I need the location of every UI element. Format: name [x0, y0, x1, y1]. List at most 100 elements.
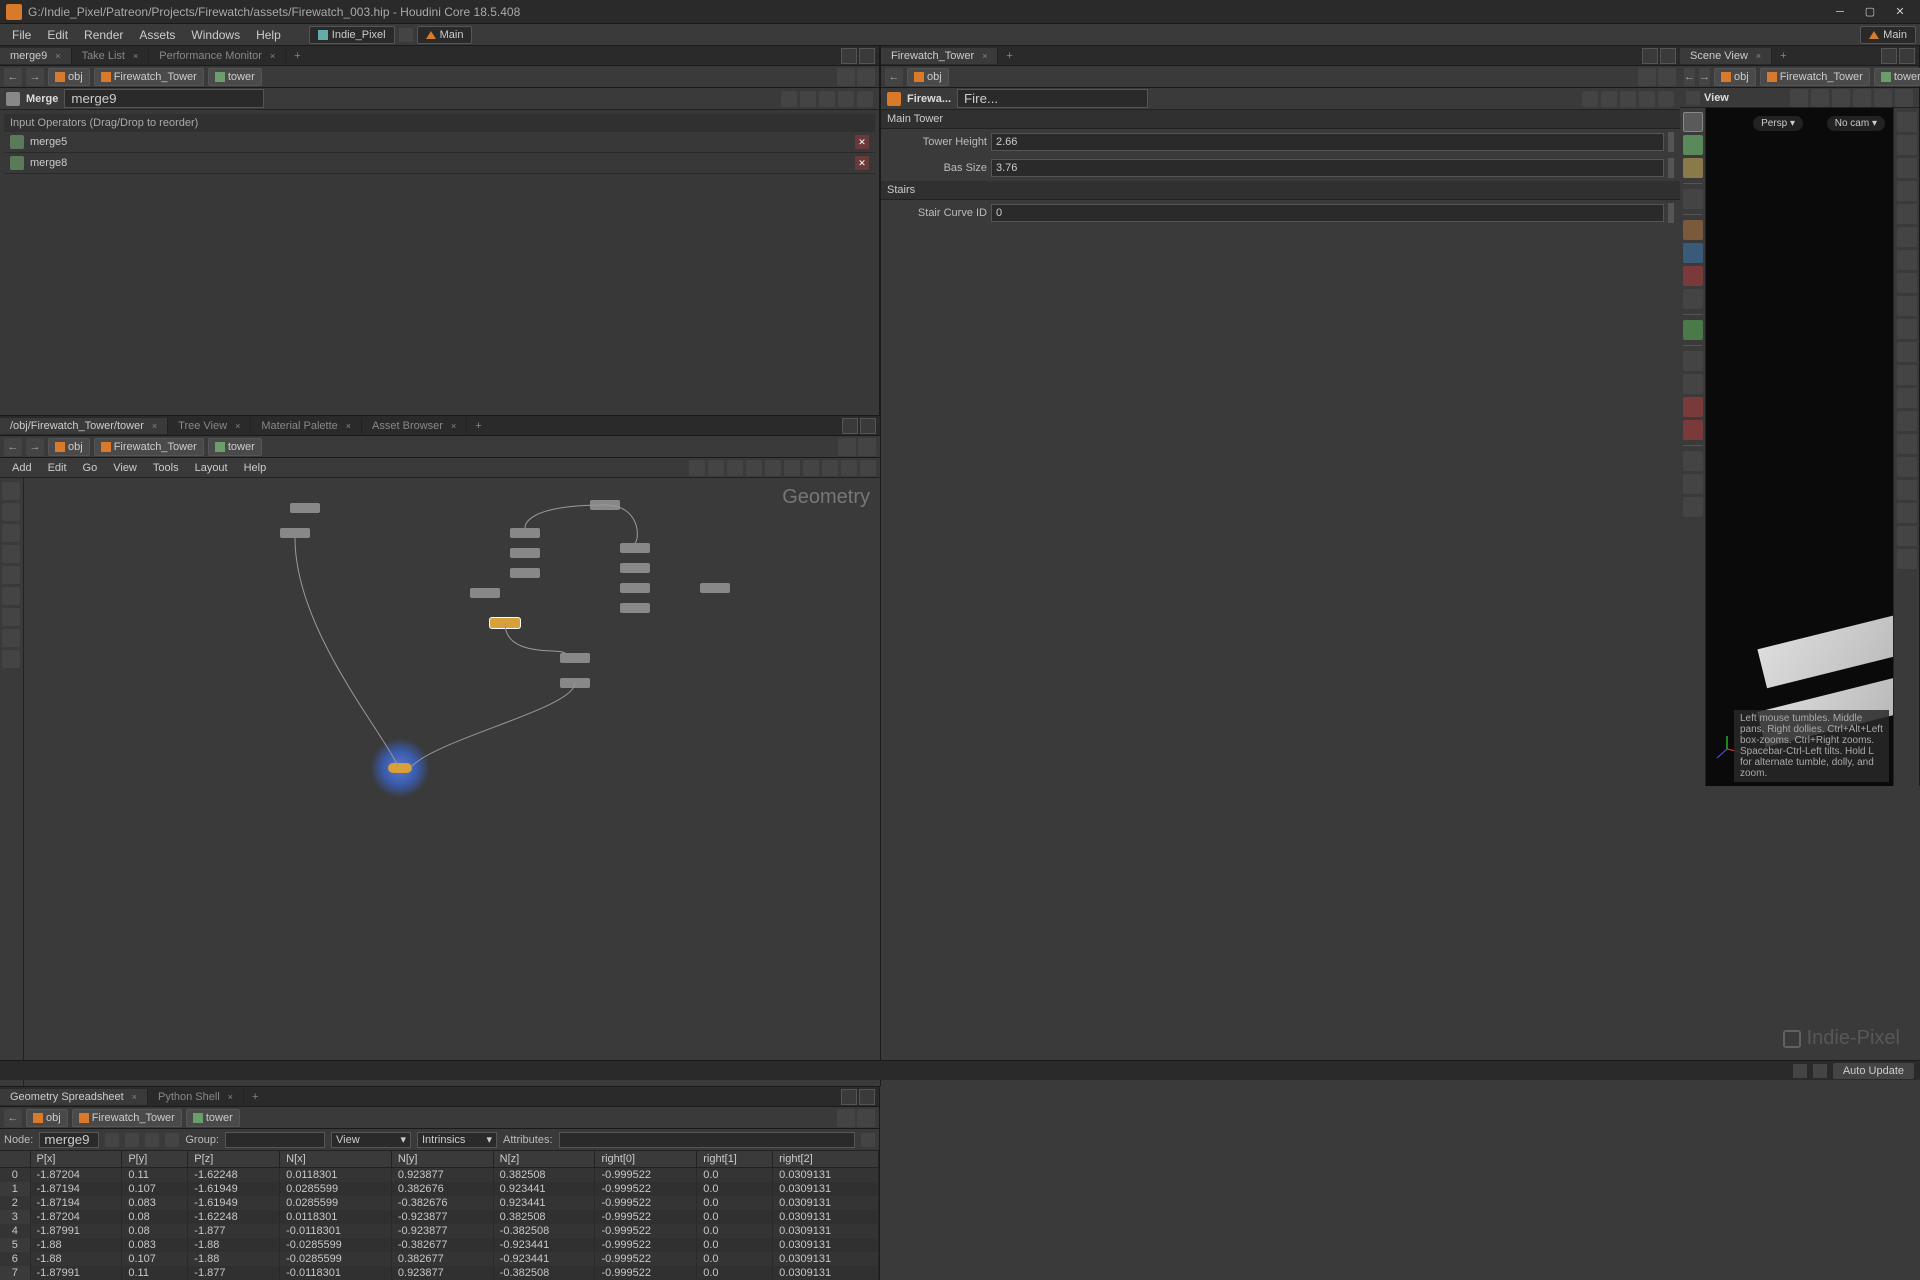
net-ltool-icon[interactable] — [2, 503, 20, 521]
net-menu-go[interactable]: Go — [75, 462, 106, 474]
net-ltool-icon[interactable] — [2, 608, 20, 626]
tab-python-shell[interactable]: Python Shell× — [148, 1089, 244, 1105]
flag-icon[interactable] — [800, 91, 816, 107]
net-tool-icon[interactable] — [822, 460, 838, 476]
net-tool-icon[interactable] — [803, 460, 819, 476]
net-ltool-icon[interactable] — [2, 587, 20, 605]
tool-light[interactable] — [1683, 220, 1703, 240]
net-menu-view[interactable]: View — [105, 462, 145, 474]
tool-muscle[interactable] — [1683, 289, 1703, 309]
net-ltool-icon[interactable] — [2, 482, 20, 500]
nav-back-icon[interactable]: ← — [4, 1109, 22, 1127]
net-ltool-icon[interactable] — [2, 650, 20, 668]
network-node[interactable] — [700, 583, 730, 593]
tab-hda-params[interactable]: Firewatch_Tower× — [881, 48, 998, 64]
tab-add[interactable]: + — [1772, 48, 1794, 64]
flag-icon[interactable] — [1601, 91, 1617, 107]
disp-opt8-icon[interactable] — [1897, 273, 1917, 293]
network-node-selected[interactable] — [490, 618, 520, 628]
net-tool-icon[interactable] — [765, 460, 781, 476]
disp-opt17-icon[interactable] — [1897, 480, 1917, 500]
param-input-stair-curve[interactable] — [991, 204, 1664, 222]
status-icon[interactable] — [1813, 1064, 1827, 1078]
filter-help-icon[interactable] — [861, 1133, 875, 1147]
filter-class-points-icon[interactable] — [105, 1133, 119, 1147]
net-tool-icon[interactable] — [727, 460, 743, 476]
nav-back-icon[interactable]: ← — [4, 68, 22, 86]
filter-class-verts-icon[interactable] — [125, 1133, 139, 1147]
minimize-button[interactable]: ─ — [1826, 3, 1854, 21]
table-header[interactable]: N[x] — [280, 1151, 392, 1168]
network-node[interactable] — [620, 603, 650, 613]
search-icon[interactable] — [1620, 91, 1636, 107]
network-node[interactable] — [620, 583, 650, 593]
crumb-asset[interactable]: Firewatch_Tower — [1760, 68, 1870, 86]
disp-opt11-icon[interactable] — [1897, 342, 1917, 362]
desktop-selector[interactable]: Indie_Pixel — [309, 26, 395, 44]
radial-menu-selector[interactable]: Main — [417, 26, 473, 44]
rotate-icon[interactable] — [1853, 89, 1871, 107]
tool-bone[interactable] — [1683, 266, 1703, 286]
disp-opt15-icon[interactable] — [1897, 434, 1917, 454]
filter-attributes-input[interactable] — [559, 1132, 855, 1148]
table-row[interactable]: 3-1.872040.08-1.622480.0118301-0.9238770… — [0, 1210, 879, 1224]
crumb-node[interactable]: tower — [208, 68, 262, 86]
network-node[interactable] — [280, 528, 310, 538]
table-header[interactable]: N[y] — [391, 1151, 493, 1168]
filter-class-prims-icon[interactable] — [145, 1133, 159, 1147]
spreadsheet-table[interactable]: P[x]P[y]P[z]N[x]N[y]N[z]right[0]right[1]… — [0, 1151, 879, 1280]
tool-snap2[interactable] — [1683, 374, 1703, 394]
path-opt-icon[interactable] — [1658, 68, 1676, 86]
table-row[interactable]: 6-1.880.107-1.88-0.02855990.382677-0.923… — [0, 1252, 879, 1266]
tab-tree-view[interactable]: Tree View× — [168, 418, 251, 434]
tool-select[interactable] — [1683, 135, 1703, 155]
disp-opt1-icon[interactable] — [1897, 112, 1917, 132]
move-icon[interactable] — [1832, 89, 1850, 107]
disp-opt20-icon[interactable] — [1897, 549, 1917, 569]
disp-opt12-icon[interactable] — [1897, 365, 1917, 385]
disp-opt16-icon[interactable] — [1897, 457, 1917, 477]
gear-icon[interactable] — [781, 91, 797, 107]
net-menu-layout[interactable]: Layout — [187, 462, 236, 474]
path-pin-icon[interactable] — [838, 438, 856, 456]
crumb-obj[interactable]: obj — [48, 438, 90, 456]
filter-intrinsics-dropdown[interactable]: Intrinsics▾ — [417, 1132, 497, 1148]
param-input-tower-height[interactable] — [991, 133, 1664, 151]
table-row[interactable]: 1-1.871940.107-1.619490.02855990.3826760… — [0, 1182, 879, 1196]
net-menu-edit[interactable]: Edit — [40, 462, 75, 474]
table-header[interactable]: right[2] — [773, 1151, 879, 1168]
nav-fwd-icon[interactable]: → — [26, 68, 44, 86]
auto-update-button[interactable]: Auto Update — [1833, 1063, 1914, 1079]
node-name-input[interactable] — [957, 89, 1148, 108]
disp-lock-icon[interactable] — [1897, 181, 1917, 201]
network-node[interactable] — [470, 588, 500, 598]
menu-edit[interactable]: Edit — [39, 28, 76, 42]
help-icon[interactable] — [1658, 91, 1674, 107]
table-row[interactable]: 7-1.879910.11-1.877-0.01183010.923877-0.… — [0, 1266, 879, 1280]
table-header[interactable]: right[0] — [595, 1151, 697, 1168]
slider-handle[interactable] — [1668, 158, 1674, 178]
path-pin-icon[interactable] — [837, 1109, 855, 1127]
tab-scene-view[interactable]: Scene View× — [1680, 48, 1772, 64]
pane-menu-icon[interactable] — [841, 1089, 857, 1105]
tab-material-palette[interactable]: Material Palette× — [251, 418, 362, 434]
path-opt-icon[interactable] — [857, 68, 875, 86]
crumb-node[interactable]: tower — [186, 1109, 240, 1127]
network-node[interactable] — [510, 568, 540, 578]
filter-class-detail-icon[interactable] — [165, 1133, 179, 1147]
disp-opt2-icon[interactable] — [1897, 135, 1917, 155]
tab-add[interactable]: + — [286, 48, 308, 64]
param-input-bas-size[interactable] — [991, 159, 1664, 177]
scale-icon[interactable] — [1874, 89, 1892, 107]
tab-add[interactable]: + — [244, 1089, 266, 1105]
table-header[interactable]: P[z] — [188, 1151, 280, 1168]
network-canvas[interactable]: Geometry — [0, 478, 880, 1086]
net-ltool-icon[interactable] — [2, 566, 20, 584]
tab-add[interactable]: + — [467, 418, 489, 434]
crumb-obj[interactable]: obj — [1714, 68, 1756, 86]
net-menu-help[interactable]: Help — [236, 462, 275, 474]
net-menu-add[interactable]: Add — [4, 462, 40, 474]
gear-icon[interactable] — [1582, 91, 1598, 107]
table-header[interactable]: P[y] — [122, 1151, 188, 1168]
pane-max-icon[interactable] — [1660, 48, 1676, 64]
